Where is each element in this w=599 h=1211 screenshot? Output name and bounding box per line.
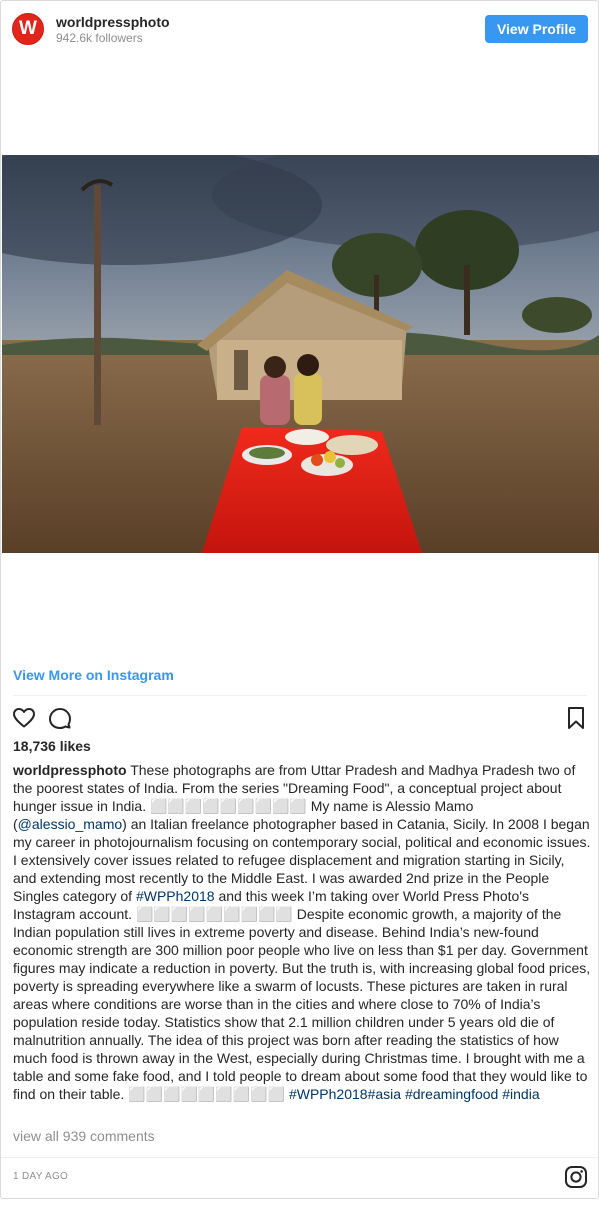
mention-link[interactable]: @alessio_mamo	[18, 816, 122, 832]
hashtag-link[interactable]: #dreamingfood	[405, 1086, 498, 1102]
divider	[1, 1157, 598, 1158]
like-count[interactable]: 18,736 likes	[13, 738, 91, 754]
post-image	[2, 155, 599, 553]
caption-text: and this week I’m taking over World Pres…	[13, 888, 591, 1102]
view-profile-button[interactable]: View Profile	[485, 15, 588, 43]
hashtag-link[interactable]: #india	[502, 1086, 539, 1102]
hashtag-link[interactable]: #WPPh2018	[289, 1086, 368, 1102]
view-more-link[interactable]: View More on Instagram	[13, 667, 174, 683]
post-photo[interactable]	[2, 155, 599, 553]
post-timestamp: 1 DAY AGO	[13, 1171, 69, 1182]
avatar[interactable]: W	[12, 13, 44, 45]
post-header: W worldpressphoto 942.6k followers View …	[1, 1, 598, 57]
view-all-comments-link[interactable]: view all 939 comments	[13, 1128, 155, 1144]
instagram-icon[interactable]	[564, 1165, 588, 1189]
hashtag-link[interactable]: #asia	[368, 1086, 401, 1102]
bookmark-icon[interactable]	[564, 706, 588, 730]
heart-icon[interactable]	[12, 706, 36, 730]
caption-username[interactable]: worldpressphoto	[13, 762, 127, 778]
comment-icon[interactable]	[48, 706, 72, 730]
hashtag-link[interactable]: #WPPh2018	[136, 888, 215, 904]
username[interactable]: worldpressphoto	[56, 14, 170, 30]
follower-count: 942.6k followers	[56, 31, 143, 45]
instagram-embed-card: W worldpressphoto 942.6k followers View …	[0, 0, 599, 1199]
divider	[13, 695, 587, 696]
post-caption: worldpressphoto These photographs are fr…	[13, 761, 591, 1103]
